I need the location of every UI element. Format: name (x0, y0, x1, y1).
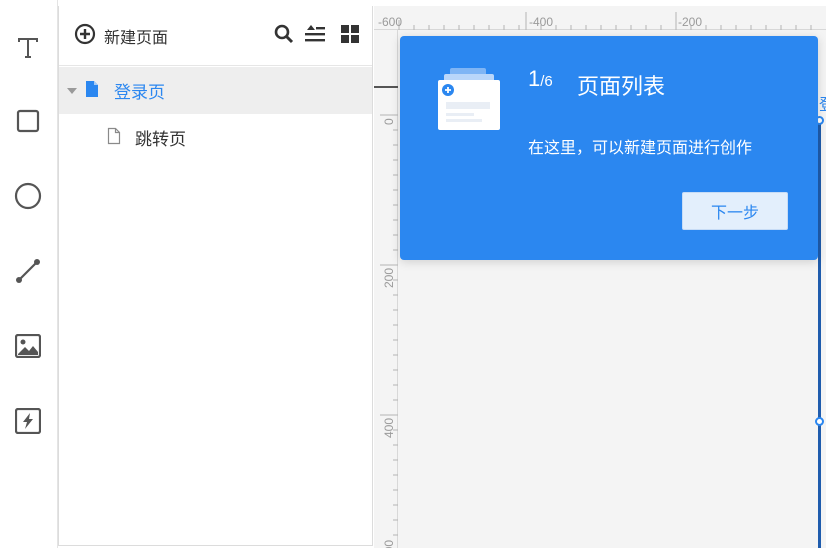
horizontal-ruler: -600 -400 -200 (374, 6, 826, 30)
ellipse-tool-button[interactable] (9, 177, 47, 215)
resize-handle[interactable] (815, 417, 824, 426)
ruler-label: -400 (529, 15, 554, 29)
tool-bar (0, 0, 58, 548)
search-button[interactable] (274, 24, 294, 48)
tour-step-total: 6 (544, 73, 553, 90)
image-icon (15, 334, 41, 358)
lightning-icon (15, 408, 41, 434)
tour-next-button[interactable]: 下一步 (682, 192, 788, 230)
tour-step-counter: 1/6 (528, 66, 553, 91)
page-tree-label: 跳转页 (135, 130, 186, 150)
ruler-label: 0 (382, 118, 396, 125)
tour-description: 在这里，可以新建页面进行创作 (528, 138, 753, 157)
text-icon (16, 35, 40, 59)
ruler-origin-marker (374, 86, 398, 88)
page-list-panel: 新建页面 登录页 跳转页 (58, 6, 373, 546)
page-list-header: 新建页面 (59, 6, 372, 66)
rectangle-tool-button[interactable] (9, 102, 47, 140)
vertical-ruler: 0 200 400 600 (374, 30, 398, 548)
square-icon (16, 109, 40, 133)
ruler-label: 600 (382, 540, 396, 548)
page-file-outline-icon (107, 127, 121, 149)
hotspot-tool-button[interactable] (9, 402, 47, 440)
plus-circle-icon (74, 23, 96, 49)
ruler-label: -600 (378, 15, 403, 29)
onboarding-tour-popover: 1/6 页面列表 在这里，可以新建页面进行创作 下一步 (400, 36, 818, 260)
tour-title: 页面列表 (577, 75, 666, 100)
app-window: 新建页面 登录页 跳转页 -600 -400 -200 0 200 400 1/… (0, 0, 826, 548)
ruler-label: -200 (678, 15, 703, 29)
grid-icon (340, 24, 360, 48)
ruler-label: 200 (382, 267, 396, 288)
new-page-button[interactable]: 新建页面 (74, 23, 169, 49)
page-list-illustration-icon (436, 66, 502, 134)
sort-icon (304, 24, 326, 48)
tour-step-current: 1 (528, 66, 541, 91)
new-page-label: 新建页面 (104, 28, 169, 47)
line-tool-button[interactable] (9, 252, 47, 290)
page-file-icon (85, 80, 99, 102)
sort-button[interactable] (304, 24, 326, 48)
search-icon (274, 24, 294, 48)
image-tool-button[interactable] (9, 327, 47, 365)
circle-icon (14, 182, 42, 210)
selected-element-edge[interactable] (818, 120, 821, 548)
page-tree-item-redirect[interactable]: 跳转页 (59, 114, 372, 161)
ruler-label: 400 (382, 417, 396, 438)
canvas-element-text: 登 (819, 91, 826, 115)
grid-view-button[interactable] (340, 24, 360, 48)
expand-caret-icon[interactable] (67, 87, 77, 94)
text-tool-button[interactable] (9, 28, 47, 66)
line-icon (15, 258, 41, 284)
page-tree-item-login[interactable]: 登录页 (59, 67, 372, 114)
page-tree-label: 登录页 (114, 83, 165, 103)
